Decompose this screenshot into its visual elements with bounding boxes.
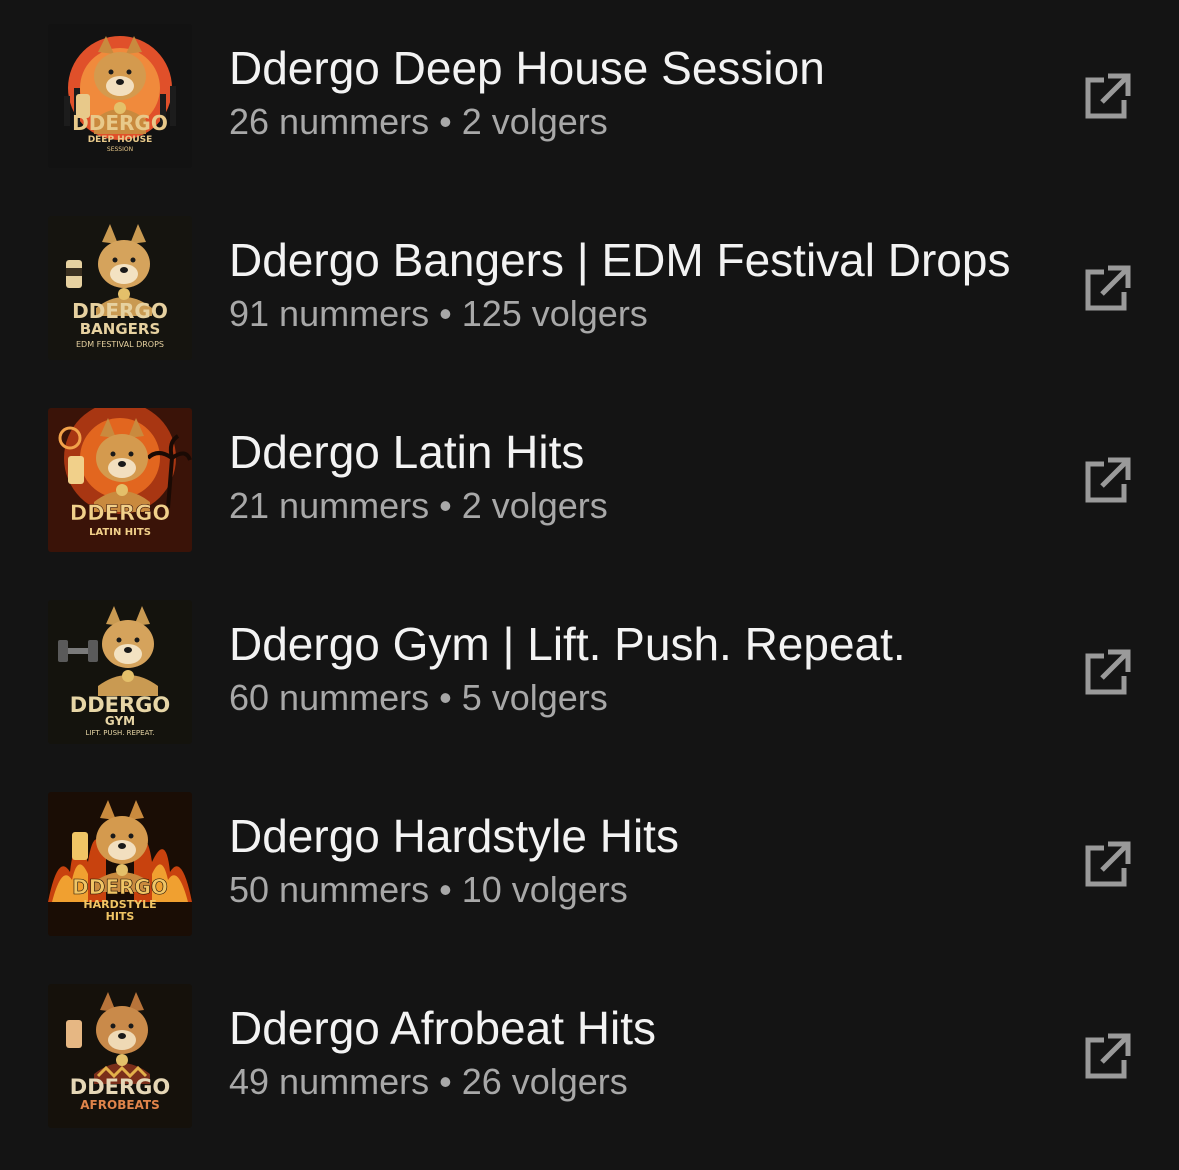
playlist-row[interactable]: DDERGO HARDSTYLE HITS Ddergo Hardstyle H…: [0, 792, 1179, 938]
playlist-meta: 60 nummers • 5 volgers: [229, 674, 1049, 722]
cover-brand: DDERGO: [72, 875, 168, 899]
cover-line1: LATIN HITS: [89, 527, 151, 538]
playlist-title[interactable]: Ddergo Gym | Lift. Push. Repeat.: [229, 616, 1049, 672]
separator-dot: •: [439, 677, 452, 718]
playlist-cover: DDERGO LATIN HITS: [48, 408, 192, 552]
separator-dot: •: [439, 101, 452, 142]
playlist-cover: DDERGO GYM LIFT. PUSH. REPEAT.: [48, 600, 192, 744]
separator-dot: •: [439, 1061, 452, 1102]
separator-dot: •: [439, 293, 452, 334]
cover-line2: SESSION: [107, 146, 133, 153]
external-link-icon[interactable]: [1080, 262, 1132, 314]
follower-count: 2 volgers: [461, 101, 608, 142]
playlist-cover: DDERGO AFROBEATS: [48, 984, 192, 1128]
track-count: 21 nummers: [229, 485, 430, 526]
separator-dot: •: [439, 485, 452, 526]
playlist-row[interactable]: DDERGO LATIN HITS Ddergo Latin Hits 21 n…: [0, 408, 1179, 554]
separator-dot: •: [439, 869, 452, 910]
cover-line1: BANGERS: [80, 320, 161, 338]
playlist-title[interactable]: Ddergo Hardstyle Hits: [229, 808, 1049, 864]
playlist-meta: 91 nummers • 125 volgers: [229, 290, 1049, 338]
track-count: 50 nummers: [229, 869, 430, 910]
playlist-title[interactable]: Ddergo Afrobeat Hits: [229, 1000, 1049, 1056]
cover-brand: DDERGO: [70, 1075, 170, 1099]
track-count: 26 nummers: [229, 101, 430, 142]
cover-line2: HITS: [106, 910, 135, 923]
playlist-row[interactable]: DDERGO GYM LIFT. PUSH. REPEAT. Ddergo Gy…: [0, 600, 1179, 746]
playlist-row[interactable]: DDERGO AFROBEATS Ddergo Afrobeat Hits 49…: [0, 984, 1179, 1130]
follower-count: 26 volgers: [461, 1061, 628, 1102]
track-count: 60 nummers: [229, 677, 430, 718]
playlist-meta: 21 nummers • 2 volgers: [229, 482, 1049, 530]
external-link-icon[interactable]: [1080, 454, 1132, 506]
track-count: 91 nummers: [229, 293, 430, 334]
follower-count: 5 volgers: [461, 677, 608, 718]
cover-line1: GYM: [105, 714, 135, 728]
cover-line2: LIFT. PUSH. REPEAT.: [86, 729, 155, 737]
follower-count: 125 volgers: [461, 293, 648, 334]
playlist-title[interactable]: Ddergo Bangers | EDM Festival Drops: [229, 232, 1049, 288]
follower-count: 10 volgers: [461, 869, 628, 910]
playlist-cover: DDERGO BANGERS EDM FESTIVAL DROPS: [48, 216, 192, 360]
playlist-row[interactable]: DDERGO BANGERS EDM FESTIVAL DROPS Ddergo…: [0, 216, 1179, 362]
playlist-cover: DDERGO DEEP HOUSE SESSION: [48, 24, 192, 168]
playlist-title[interactable]: Ddergo Deep House Session: [229, 40, 1049, 96]
playlist-meta: 50 nummers • 10 volgers: [229, 866, 1049, 914]
track-count: 49 nummers: [229, 1061, 430, 1102]
external-link-icon[interactable]: [1080, 1030, 1132, 1082]
cover-brand: DDERGO: [72, 111, 168, 135]
playlist-row[interactable]: DDERGO DEEP HOUSE SESSION Ddergo Deep Ho…: [0, 24, 1179, 170]
cover-line2: EDM FESTIVAL DROPS: [76, 340, 164, 349]
cover-line1: AFROBEATS: [80, 1098, 159, 1112]
external-link-icon[interactable]: [1080, 838, 1132, 890]
playlist-meta: 49 nummers • 26 volgers: [229, 1058, 1049, 1106]
follower-count: 2 volgers: [461, 485, 608, 526]
external-link-icon[interactable]: [1080, 646, 1132, 698]
playlist-list: DDERGO DEEP HOUSE SESSION Ddergo Deep Ho…: [0, 0, 1179, 1170]
cover-brand: DDERGO: [70, 501, 170, 525]
playlist-title[interactable]: Ddergo Latin Hits: [229, 424, 1049, 480]
cover-line1: DEEP HOUSE: [88, 135, 153, 145]
external-link-icon[interactable]: [1080, 70, 1132, 122]
playlist-cover: DDERGO HARDSTYLE HITS: [48, 792, 192, 936]
playlist-meta: 26 nummers • 2 volgers: [229, 98, 1049, 146]
